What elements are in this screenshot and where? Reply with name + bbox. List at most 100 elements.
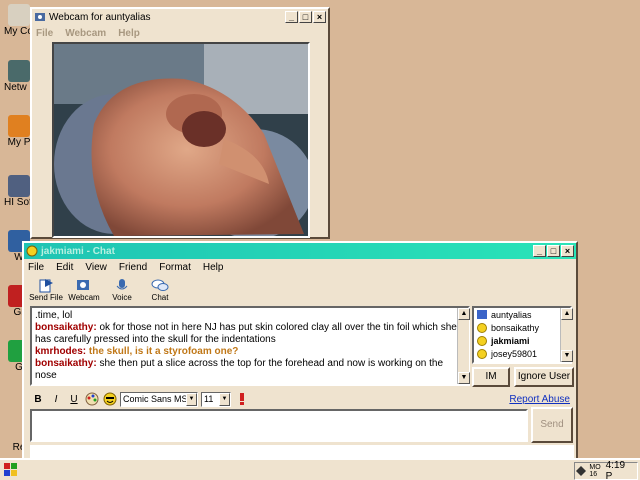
message-sender: kmrhodes: bbox=[35, 346, 87, 357]
minimize-button[interactable]: _ bbox=[285, 11, 298, 23]
message-log[interactable]: .time, lol bonsaikathy: ok for those not… bbox=[30, 306, 470, 386]
font-select[interactable]: Comic Sans MS ▼ bbox=[120, 391, 198, 407]
taskbar: MO 16 4:19 P bbox=[0, 458, 640, 480]
webcam-menubar: File Webcam Help bbox=[32, 25, 328, 42]
minimize-button[interactable]: _ bbox=[533, 245, 546, 257]
message-line: .time, lol bbox=[35, 310, 465, 322]
message-sender: bonsaikathy: bbox=[35, 322, 97, 333]
menu-file[interactable]: File bbox=[36, 28, 53, 39]
smiley-icon bbox=[477, 322, 487, 333]
maximize-button[interactable]: □ bbox=[547, 245, 560, 257]
menu-help[interactable]: Help bbox=[203, 262, 224, 273]
maximize-button[interactable]: □ bbox=[299, 11, 312, 23]
webcam-title: Webcam for auntyalias bbox=[49, 11, 151, 23]
scroll-down-button[interactable]: ▼ bbox=[561, 350, 573, 362]
smiley-icon bbox=[477, 335, 487, 346]
scroll-up-button[interactable]: ▲ bbox=[561, 308, 573, 320]
smiley-icon bbox=[477, 348, 487, 359]
message-line: bonsaikathy: ok for those not in here NJ… bbox=[35, 322, 465, 346]
chevron-down-icon[interactable]: ▼ bbox=[186, 392, 197, 406]
menu-help[interactable]: Help bbox=[118, 28, 140, 39]
chat-window-icon bbox=[26, 245, 38, 257]
ignore-user-button[interactable]: Ignore User bbox=[514, 367, 574, 387]
scroll-up-button[interactable]: ▲ bbox=[458, 308, 470, 320]
voice-icon bbox=[116, 279, 128, 290]
close-button[interactable]: × bbox=[561, 245, 574, 257]
menu-webcam[interactable]: Webcam bbox=[65, 28, 106, 39]
smiley-icon bbox=[103, 392, 117, 405]
chat-title: jakmiami - Chat bbox=[41, 245, 115, 257]
clock[interactable]: 4:19 P bbox=[606, 460, 633, 480]
buddy-name: bonsaikathy bbox=[491, 322, 540, 333]
desktop-shortcut-icon bbox=[8, 115, 30, 137]
underline-button[interactable]: U bbox=[66, 392, 82, 407]
buddy-name: auntyalias bbox=[491, 309, 532, 320]
log-scrollbar[interactable]: ▲ ▼ bbox=[457, 308, 470, 384]
color-button[interactable] bbox=[84, 392, 100, 407]
italic-button[interactable]: I bbox=[48, 392, 64, 407]
webcam-button[interactable]: Webcam bbox=[66, 276, 102, 306]
chat-button[interactable]: Chat bbox=[142, 276, 178, 306]
message-text: she then put a slice across the top for … bbox=[35, 358, 444, 381]
send-file-button[interactable]: Send File bbox=[28, 276, 64, 306]
scroll-down-button[interactable]: ▼ bbox=[458, 372, 470, 384]
menu-view[interactable]: View bbox=[85, 262, 107, 273]
webcam-window[interactable]: Webcam for auntyalias _ □ × File Webcam … bbox=[30, 7, 330, 239]
size-value: 11 bbox=[204, 394, 214, 404]
chat-toolbar: Send File Webcam Voice Chat bbox=[24, 276, 576, 306]
chat-icon bbox=[151, 279, 169, 291]
voice-label: Voice bbox=[112, 293, 132, 302]
font-value: Comic Sans MS bbox=[123, 394, 188, 404]
buddy-item[interactable]: bonsaikathy bbox=[474, 321, 570, 334]
system-tray: MO 16 4:19 P bbox=[574, 460, 638, 480]
format-toolbar: B I U Comic Sans MS ▼ 11 ▼ bbox=[30, 390, 574, 408]
buddy-item[interactable]: auntyalias bbox=[474, 308, 570, 321]
exclamation-icon bbox=[240, 392, 244, 405]
message-text: the skull, is it a styrofoam one? bbox=[86, 346, 239, 357]
message-line: kmrhodes: the skull, is it a styrofoam o… bbox=[35, 346, 465, 358]
chat-menubar: File Edit View Friend Format Help bbox=[24, 259, 576, 276]
start-button[interactable] bbox=[4, 463, 18, 477]
buddy-item[interactable]: jakmiami bbox=[474, 334, 570, 347]
buddy-list[interactable]: auntyalias bonsaikathy jakmiami josey598… bbox=[472, 306, 572, 364]
emoticon-button[interactable] bbox=[102, 392, 118, 407]
webcam-video bbox=[52, 42, 310, 238]
voice-button[interactable]: Voice bbox=[104, 276, 140, 306]
chat-label: Chat bbox=[151, 293, 169, 302]
tray-icon[interactable] bbox=[575, 465, 586, 477]
message-input[interactable] bbox=[30, 409, 528, 442]
buddy-name: josey59801 bbox=[491, 348, 538, 359]
palette-icon bbox=[85, 392, 99, 405]
webcam-titlebar[interactable]: Webcam for auntyalias _ □ × bbox=[32, 9, 328, 25]
size-select[interactable]: 11 ▼ bbox=[201, 391, 231, 407]
tray-date: MO 16 bbox=[589, 464, 601, 478]
menu-file[interactable]: File bbox=[28, 262, 44, 273]
menu-friend[interactable]: Friend bbox=[119, 262, 147, 273]
chat-titlebar[interactable]: jakmiami - Chat _ □ × bbox=[24, 243, 576, 259]
attention-button[interactable] bbox=[234, 392, 250, 407]
menu-format[interactable]: Format bbox=[159, 262, 191, 273]
menu-edit[interactable]: Edit bbox=[56, 262, 73, 273]
bold-button[interactable]: B bbox=[30, 392, 46, 407]
send-file-icon bbox=[39, 279, 53, 293]
webcam-label: Webcam bbox=[68, 293, 100, 302]
desktop-shortcut-icon bbox=[8, 175, 30, 197]
webcam-window-icon bbox=[34, 11, 46, 23]
message-text: ok for those not in here NJ has put skin… bbox=[35, 322, 457, 345]
send-file-label: Send File bbox=[29, 293, 63, 302]
report-abuse-link[interactable]: Report Abuse bbox=[509, 394, 570, 405]
send-button[interactable]: Send bbox=[531, 407, 573, 443]
im-button[interactable]: IM bbox=[472, 367, 510, 387]
chevron-down-icon[interactable]: ▼ bbox=[219, 392, 230, 406]
buddy-scrollbar[interactable]: ▲ ▼ bbox=[560, 308, 573, 362]
message-sender: bonsaikathy: bbox=[35, 358, 97, 369]
buddy-item[interactable]: josey59801 bbox=[474, 347, 570, 360]
mail-icon bbox=[477, 310, 487, 319]
buddy-name: jakmiami bbox=[491, 335, 530, 346]
desktop-shortcut-icon bbox=[8, 60, 30, 82]
desktop-shortcut-icon bbox=[8, 4, 30, 26]
message-line: bonsaikathy: she then put a slice across… bbox=[35, 358, 465, 382]
close-button[interactable]: × bbox=[313, 11, 326, 23]
webcam-icon bbox=[77, 280, 89, 290]
chat-window[interactable]: jakmiami - Chat _ □ × File Edit View Fri… bbox=[22, 241, 578, 480]
